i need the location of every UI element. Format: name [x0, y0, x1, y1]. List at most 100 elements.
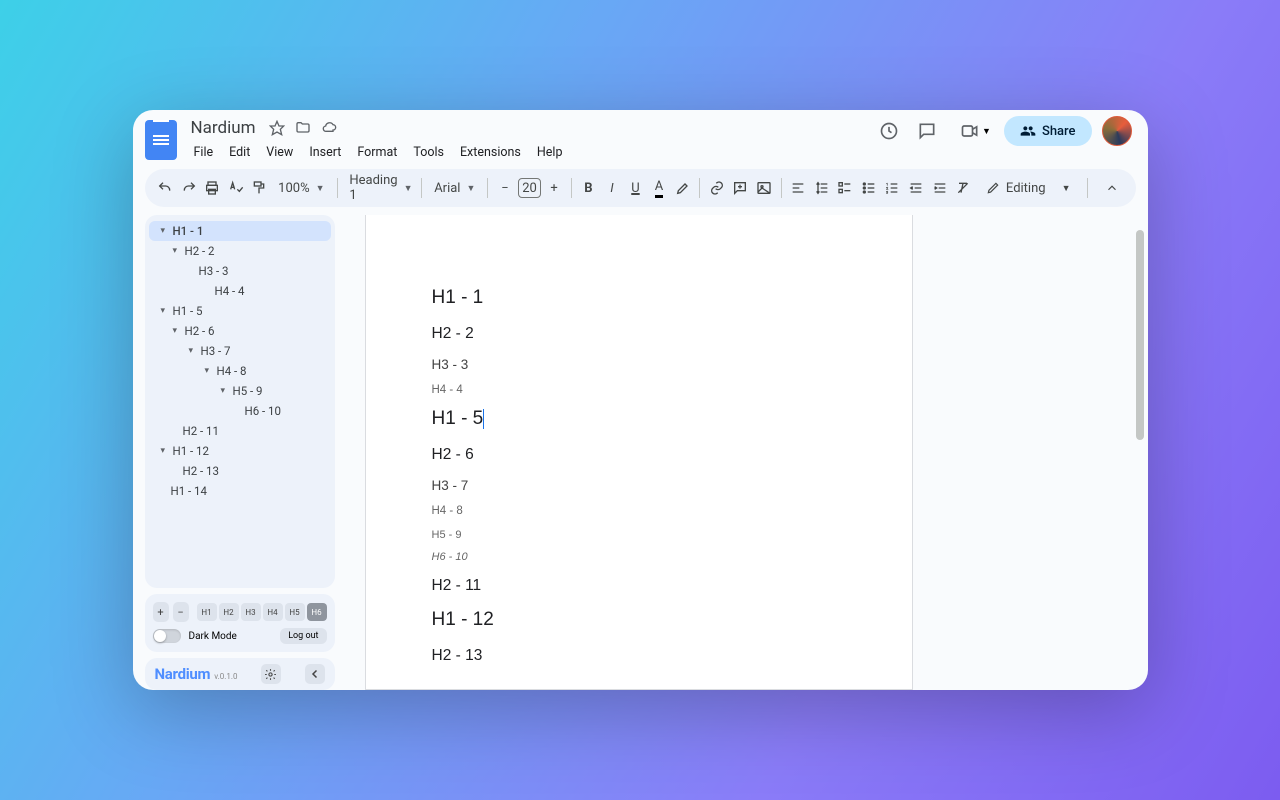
chevron-down-icon[interactable]: ▾	[161, 446, 169, 456]
chevron-down-icon[interactable]: ▾	[161, 226, 169, 236]
highlight-button[interactable]	[672, 175, 694, 201]
line-spacing-button[interactable]	[811, 175, 833, 201]
heading-filter-h6[interactable]: H6	[307, 603, 327, 621]
paint-format-button[interactable]	[249, 175, 271, 201]
logout-button[interactable]: Log out	[280, 628, 326, 644]
dark-mode-toggle[interactable]	[153, 629, 181, 643]
page-area[interactable]: H1 - 1 H2 - 2 H3 - 3 H4 - 4 H1 - 5 H2 - 6 H3 -…	[335, 215, 1148, 690]
collapse-toolbar-button[interactable]	[1098, 174, 1126, 202]
collapse-sidebar-button[interactable]	[305, 664, 325, 684]
bulleted-list-button[interactable]	[858, 175, 880, 201]
move-folder-icon[interactable]	[295, 120, 311, 136]
document-page[interactable]: H1 - 1 H2 - 2 H3 - 3 H4 - 4 H1 - 5 H2 - 6 H3 -…	[365, 215, 913, 690]
content-h2[interactable]: H2 - 13	[432, 647, 846, 665]
content-h4[interactable]: H4 - 8	[432, 505, 846, 517]
menu-format[interactable]: Format	[350, 142, 404, 163]
chevron-down-icon[interactable]: ▾	[173, 326, 181, 336]
chevron-down-icon[interactable]: ▾	[221, 386, 229, 396]
content-h2[interactable]: H2 - 6	[432, 446, 846, 464]
underline-button[interactable]: U	[625, 175, 647, 201]
outline-item[interactable]: ▾H1 - 5	[149, 301, 331, 321]
content-h1[interactable]: H1 - 12	[432, 609, 846, 631]
heading-filter-h1[interactable]: H1	[197, 603, 217, 621]
font-size-input[interactable]: 20	[518, 178, 542, 198]
zoom-select[interactable]: 100%▼	[272, 175, 330, 201]
chevron-down-icon[interactable]: ▾	[205, 366, 213, 376]
outline-item[interactable]: ▾H1 - 12	[149, 441, 331, 461]
increase-font-button[interactable]: +	[543, 175, 565, 201]
content-h3[interactable]: H3 - 3	[432, 357, 846, 372]
italic-button[interactable]: I	[601, 175, 623, 201]
spellcheck-button[interactable]	[225, 175, 247, 201]
outline-item[interactable]: H1 - 14	[149, 481, 331, 501]
expand-all-button[interactable]: +	[153, 602, 169, 622]
clear-format-button[interactable]	[952, 175, 974, 201]
chevron-down-icon[interactable]: ▾	[161, 306, 169, 316]
text-color-button[interactable]: A	[648, 175, 670, 201]
outline-item[interactable]: H4 - 4	[149, 281, 331, 301]
share-button[interactable]: Share	[1004, 116, 1092, 146]
menu-view[interactable]: View	[259, 142, 300, 163]
settings-button[interactable]	[261, 664, 281, 684]
meet-button[interactable]: ▼	[951, 116, 994, 146]
print-button[interactable]	[202, 175, 224, 201]
content-h1[interactable]: H1 - 5	[432, 408, 846, 430]
cloud-status-icon[interactable]	[321, 120, 337, 136]
outline-label: H4 - 8	[217, 364, 247, 378]
decrease-indent-button[interactable]	[905, 175, 927, 201]
account-avatar[interactable]	[1102, 116, 1132, 146]
content-h1[interactable]: H1 - 1	[432, 287, 846, 309]
menu-extensions[interactable]: Extensions	[453, 142, 528, 163]
outline-item[interactable]: H6 - 10	[149, 401, 331, 421]
outline-item[interactable]: H2 - 13	[149, 461, 331, 481]
document-title[interactable]: Nardium	[187, 116, 260, 140]
chevron-down-icon[interactable]: ▾	[189, 346, 197, 356]
menu-insert[interactable]: Insert	[302, 142, 348, 163]
comments-icon[interactable]	[913, 117, 941, 145]
content-h2[interactable]: H2 - 2	[432, 325, 846, 343]
redo-button[interactable]	[178, 175, 200, 201]
outline-item[interactable]: H2 - 11	[149, 421, 331, 441]
insert-link-button[interactable]	[706, 175, 728, 201]
outline-item[interactable]: ▾ H4 - 8	[149, 361, 331, 381]
outline-item[interactable]: ▾H2 - 2	[149, 241, 331, 261]
outline-item[interactable]: ▾H1 - 1	[149, 221, 331, 241]
font-select[interactable]: Arial▼	[428, 175, 481, 201]
decrease-font-button[interactable]: −	[494, 175, 516, 201]
menu-file[interactable]: File	[187, 142, 221, 163]
outline-label: H3 - 3	[199, 264, 229, 278]
content-h6[interactable]: H6 - 10	[432, 551, 846, 563]
scrollbar-thumb[interactable]	[1136, 230, 1144, 440]
collapse-all-button[interactable]: −	[173, 602, 189, 622]
scrollbar[interactable]	[1136, 230, 1144, 650]
insert-image-button[interactable]	[753, 175, 775, 201]
outline-item[interactable]: ▾H5 - 9	[149, 381, 331, 401]
history-icon[interactable]	[875, 117, 903, 145]
increase-indent-button[interactable]	[929, 175, 951, 201]
bold-button[interactable]: B	[578, 175, 600, 201]
content-h5[interactable]: H5 - 9	[432, 529, 846, 541]
outline-item[interactable]: H3 - 3	[149, 261, 331, 281]
numbered-list-button[interactable]: 123	[882, 175, 904, 201]
undo-button[interactable]	[155, 175, 177, 201]
star-icon[interactable]	[269, 120, 285, 136]
content-h2[interactable]: H2 - 11	[432, 577, 846, 595]
menu-help[interactable]: Help	[530, 142, 570, 163]
add-comment-button[interactable]	[730, 175, 752, 201]
align-button[interactable]	[788, 175, 810, 201]
content-h3[interactable]: H3 - 7	[432, 478, 846, 493]
chevron-down-icon[interactable]: ▾	[173, 246, 181, 256]
style-select[interactable]: Heading 1▼	[343, 175, 415, 201]
editing-mode-button[interactable]: Editing ▼	[976, 177, 1077, 200]
outline-item[interactable]: ▾H3 - 7	[149, 341, 331, 361]
heading-filter-h5[interactable]: H5	[285, 603, 305, 621]
content-h4[interactable]: H4 - 4	[432, 384, 846, 396]
menu-edit[interactable]: Edit	[222, 142, 257, 163]
heading-filter-h2[interactable]: H2	[219, 603, 239, 621]
outline-item[interactable]: ▾H2 - 6	[149, 321, 331, 341]
heading-filter-h3[interactable]: H3	[241, 603, 261, 621]
checklist-button[interactable]	[835, 175, 857, 201]
docs-logo-icon[interactable]	[145, 120, 177, 160]
menu-tools[interactable]: Tools	[406, 142, 451, 163]
heading-filter-h4[interactable]: H4	[263, 603, 283, 621]
